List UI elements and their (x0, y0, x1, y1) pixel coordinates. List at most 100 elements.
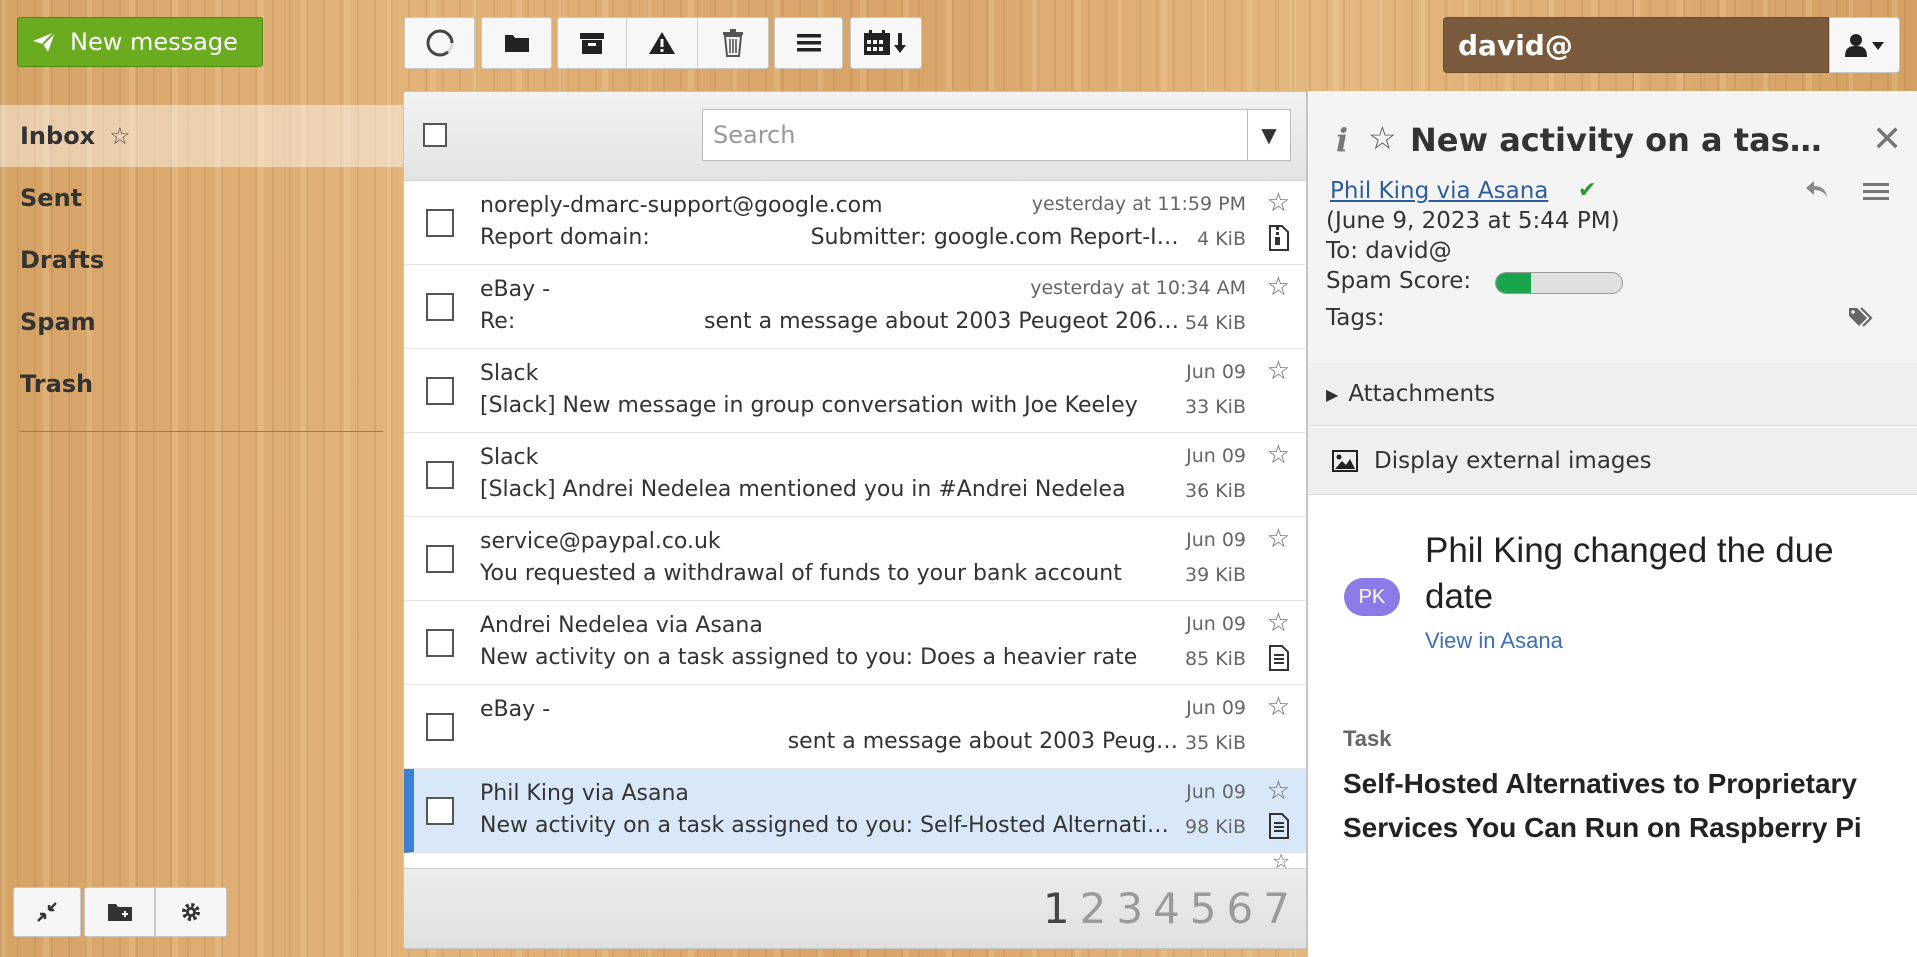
folder-sent[interactable]: Sent (0, 167, 400, 229)
page-3[interactable]: 3 (1116, 884, 1143, 933)
settings-button[interactable] (155, 887, 227, 937)
refresh-button[interactable] (405, 18, 474, 68)
star-icon[interactable]: ☆ (1267, 272, 1290, 302)
archive-button[interactable] (558, 18, 628, 68)
user-icon (1844, 34, 1884, 57)
star-icon[interactable]: ☆ (109, 122, 131, 150)
search-options-dropdown[interactable]: ▼ (1247, 109, 1291, 161)
task-title: Self-Hosted Alternatives to Proprietary … (1343, 768, 1862, 843)
collapse-button[interactable] (13, 887, 81, 937)
account-menu-button[interactable] (1829, 17, 1900, 73)
message-row[interactable]: Slack Jun 09 ☆ [Slack] New message in gr… (404, 349, 1306, 433)
more-actions-button[interactable] (775, 18, 842, 68)
close-icon[interactable]: ✕ (1872, 119, 1902, 160)
caret-right-icon: ▶ (1326, 384, 1339, 404)
menu-icon (796, 34, 821, 52)
message-row[interactable]: noreply-dmarc-support@google.com yesterd… (404, 181, 1306, 265)
message-row[interactable]: service@paypal.co.uk Jun 09 ☆ You reques… (404, 517, 1306, 601)
message-subject: Report domain: Submitter: google.com Rep… (480, 225, 1180, 250)
message-body: PK Phil King changed the due date View i… (1308, 496, 1917, 957)
star-icon[interactable]: ☆ (1267, 608, 1290, 638)
message-from: Andrei Nedelea via Asana (480, 613, 763, 638)
star-icon[interactable]: ☆ (1368, 119, 1397, 157)
message-date: Jun 09 (1186, 529, 1246, 551)
page-6[interactable]: 6 (1227, 884, 1254, 933)
page-7[interactable]: 7 (1263, 884, 1290, 933)
message-date: Jun 09 (1186, 781, 1246, 803)
menu-icon[interactable] (1862, 181, 1890, 207)
menu-group (774, 17, 843, 69)
star-icon[interactable]: ☆ (1267, 356, 1290, 386)
star-icon[interactable]: ☆ (1267, 692, 1290, 722)
message-date: (June 9, 2023 at 5:44 PM) (1326, 208, 1620, 234)
gear-icon (182, 903, 200, 921)
page-1[interactable]: 1 (1043, 884, 1070, 933)
display-external-images-button[interactable]: Display external images (1308, 427, 1917, 495)
folder-drafts[interactable]: Drafts (0, 229, 400, 291)
folder-trash[interactable]: Trash (0, 353, 400, 415)
body-headline: Phil King changed the due date (1425, 531, 1834, 616)
spam-score-fill (1496, 273, 1532, 293)
folder-inbox[interactable]: Inbox ☆ (0, 105, 404, 167)
delete-button[interactable] (698, 18, 768, 68)
recipient: To: david@ (1326, 238, 1452, 264)
message-row[interactable]: eBay - Jun 09 ☆ sent a message about 200… (404, 685, 1306, 769)
message-checkbox[interactable] (426, 461, 454, 489)
new-folder-button[interactable] (84, 887, 155, 937)
new-message-button[interactable]: New message (17, 17, 263, 67)
star-icon[interactable]: ☆ (1267, 524, 1290, 554)
message-checkbox[interactable] (426, 209, 454, 237)
page-4[interactable]: 4 (1153, 884, 1180, 933)
message-list-panel: ▼ noreply-dmarc-support@google.com yeste… (403, 91, 1307, 949)
star-icon[interactable]: ☆ (1267, 440, 1290, 470)
move-to-folder-button[interactable] (482, 18, 551, 68)
sender-link[interactable]: Phil King via Asana (1330, 178, 1548, 204)
page-5[interactable]: 5 (1190, 884, 1217, 933)
attachments-toggle[interactable]: ▶ Attachments (1308, 363, 1917, 426)
message-checkbox[interactable] (426, 797, 454, 825)
message-size: 33 KiB (1185, 396, 1246, 418)
select-all-checkbox[interactable] (423, 123, 447, 147)
folder-add-icon (107, 904, 132, 921)
message-size: 98 KiB (1185, 816, 1246, 838)
star-icon[interactable]: ☆ (1267, 188, 1290, 218)
task-label: Task (1343, 726, 1392, 751)
folder-label: Trash (20, 370, 94, 398)
message-size: 36 KiB (1185, 480, 1246, 502)
attachments-label: Attachments (1348, 381, 1496, 407)
refresh-group (404, 17, 475, 69)
message-title: New activity on a task assigned to you: … (1410, 121, 1840, 159)
star-icon[interactable]: ☆ (1267, 776, 1290, 806)
message-checkbox[interactable] (426, 545, 454, 573)
reply-icon[interactable] (1804, 179, 1828, 203)
view-in-asana-link[interactable]: View in Asana (1425, 628, 1563, 654)
message-date: yesterday at 11:59 PM (1031, 193, 1246, 215)
spam-score-bar (1495, 272, 1623, 294)
message-checkbox[interactable] (426, 713, 454, 741)
message-list: noreply-dmarc-support@google.com yesterd… (404, 181, 1306, 873)
message-row[interactable]: eBay - yesterday at 10:34 AM ☆ Re: sent … (404, 265, 1306, 349)
message-size: 4 KiB (1197, 228, 1246, 250)
message-checkbox[interactable] (426, 629, 454, 657)
folder-icon (504, 35, 529, 52)
avatar: PK (1344, 578, 1400, 616)
page-2[interactable]: 2 (1080, 884, 1107, 933)
spam-score-label: Spam Score: (1326, 268, 1472, 294)
folder-spam[interactable]: Spam (0, 291, 400, 353)
info-icon[interactable]: i (1336, 121, 1348, 159)
mark-spam-button[interactable] (627, 18, 698, 68)
sort-button[interactable] (851, 18, 921, 68)
warning-icon (649, 32, 675, 54)
tag-icon[interactable] (1848, 305, 1876, 333)
message-row-selected[interactable]: Phil King via Asana Jun 09 ☆ New activit… (404, 769, 1306, 853)
verified-check-icon: ✔ (1578, 178, 1597, 203)
message-row[interactable]: Slack Jun 09 ☆ [Slack] Andrei Nedelea me… (404, 433, 1306, 517)
pagination: 1 2 3 4 5 6 7 (404, 868, 1306, 948)
message-row[interactable]: Andrei Nedelea via Asana Jun 09 ☆ New ac… (404, 601, 1306, 685)
archive-icon (580, 33, 605, 54)
search-input[interactable] (702, 109, 1250, 161)
account-name: david@ (1443, 17, 1829, 73)
message-checkbox[interactable] (426, 293, 454, 321)
image-icon (1332, 449, 1358, 472)
message-checkbox[interactable] (426, 377, 454, 405)
